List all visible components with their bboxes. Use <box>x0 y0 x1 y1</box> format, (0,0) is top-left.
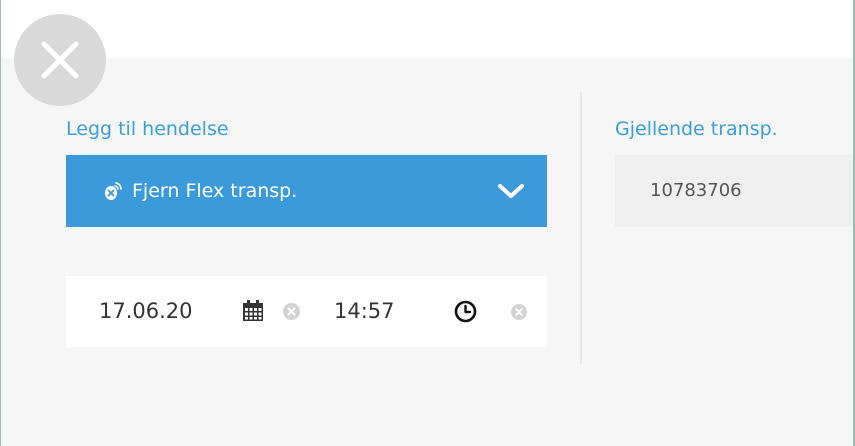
date-clear-icon[interactable] <box>283 303 300 320</box>
column-divider <box>580 92 582 364</box>
transponder-remove-icon <box>105 182 122 200</box>
clock-icon[interactable] <box>454 300 477 323</box>
date-time-row: 17.06.20 14:57 <box>66 276 547 347</box>
date-input[interactable]: 17.06.20 <box>99 298 193 324</box>
close-button[interactable] <box>14 14 106 106</box>
dialog-border-left <box>0 0 1 446</box>
current-transponder-label: Gjellende transp. <box>615 118 778 140</box>
dialog-body <box>1 58 853 446</box>
calendar-icon[interactable] <box>242 300 264 322</box>
time-input[interactable]: 14:57 <box>334 298 395 324</box>
close-icon <box>41 41 79 79</box>
current-transponder-value: 10783706 <box>650 180 742 201</box>
event-type-dropdown[interactable]: Fjern Flex transp. <box>66 155 547 227</box>
time-clear-icon[interactable] <box>511 304 527 320</box>
add-event-label: Legg til hendelse <box>66 118 229 140</box>
event-type-selected: Fjern Flex transp. <box>132 180 298 202</box>
dialog-header <box>0 0 855 58</box>
chevron-down-icon <box>498 184 524 198</box>
current-transponder-field: 10783706 <box>615 155 853 227</box>
